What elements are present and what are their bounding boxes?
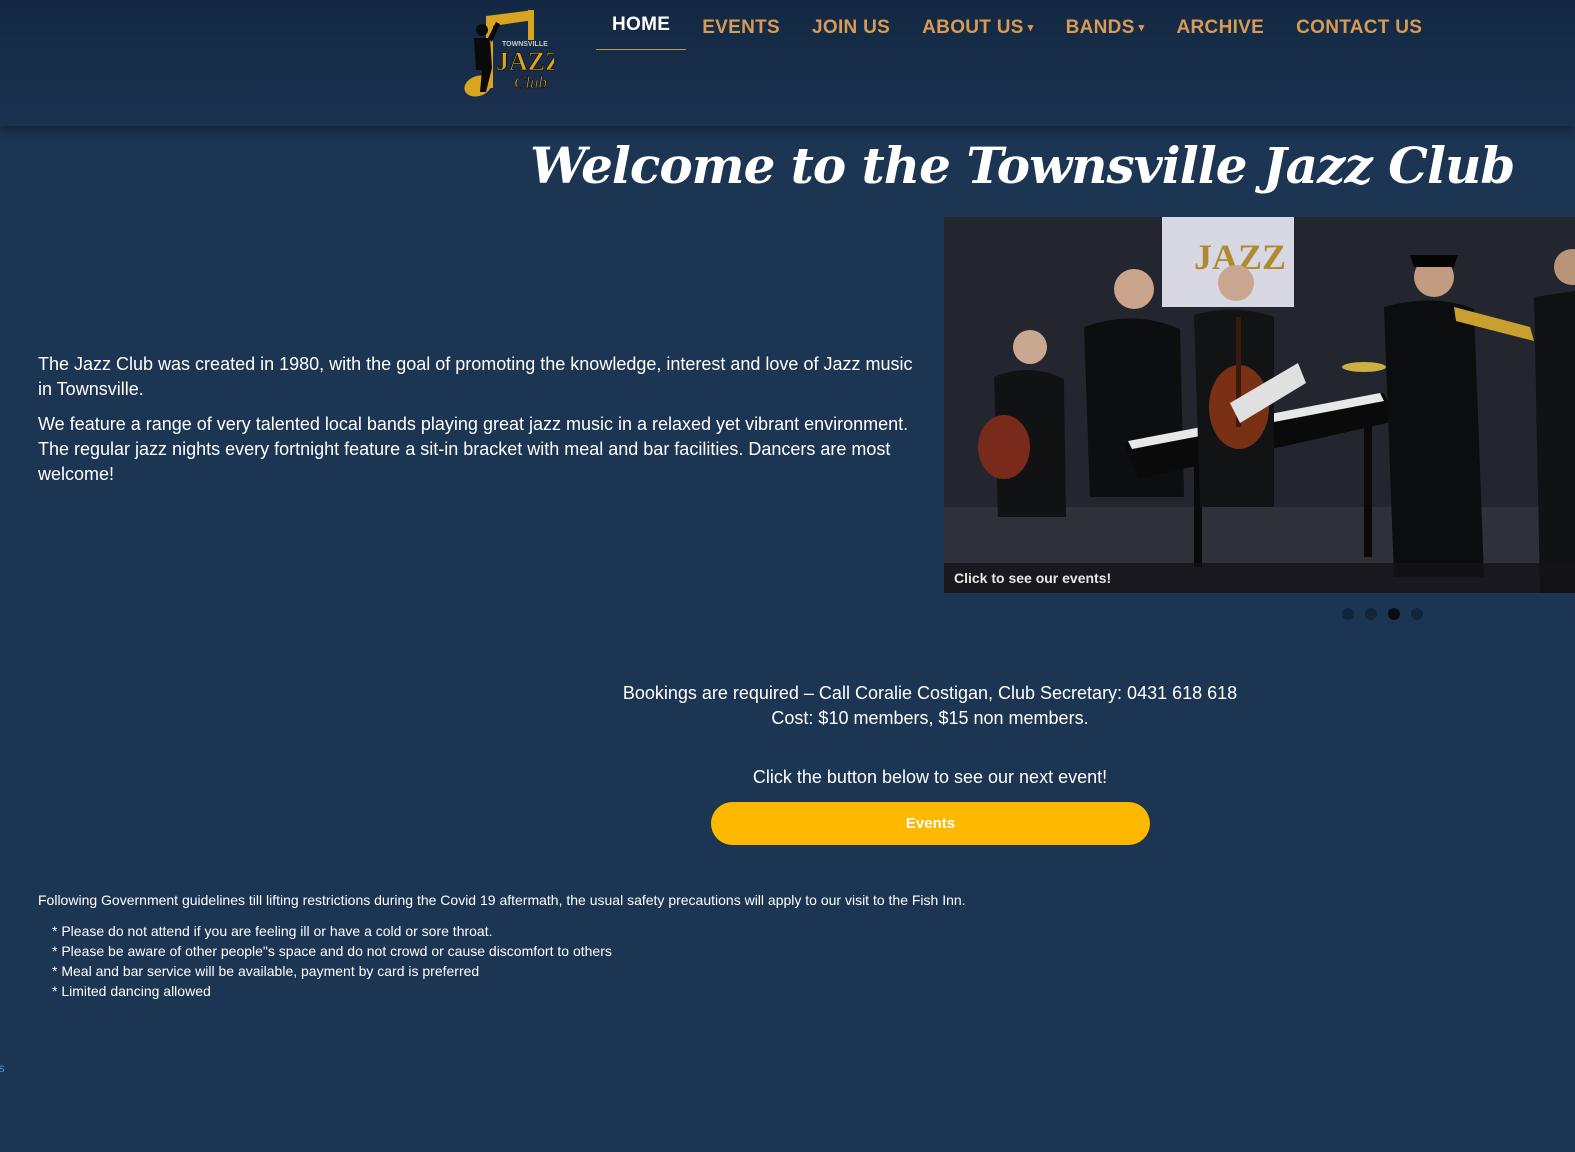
nav-home[interactable]: HOME — [596, 0, 687, 50]
covid-intro: Following Government guidelines till lif… — [38, 892, 966, 908]
chevron-down-icon: ▾ — [1027, 22, 1034, 34]
intro-paragraph-2: We feature a range of very talented loca… — [38, 414, 909, 484]
jazz-club-logo[interactable]: TOWNSVILLE JAZZ Club — [462, 8, 563, 100]
edge-link-text: us — [0, 1061, 5, 1075]
nav-home-label: HOME — [612, 14, 671, 35]
nav-events-label: EVENTS — [702, 17, 781, 38]
nav-archive-label: ARCHIVE — [1176, 17, 1265, 38]
page-title: Welcome to the Townsville Jazz Club — [530, 136, 1515, 195]
edge-link[interactable]: us — [0, 1061, 12, 1075]
nav-archive[interactable]: ARCHIVE — [1161, 0, 1281, 50]
bookings-info: Bookings are required – Call Coralie Cos… — [530, 681, 1330, 731]
band-photo: JAZZ — [944, 217, 1575, 593]
slider-dot-3[interactable] — [1388, 608, 1400, 620]
cost-line: Cost: $10 members, $15 non members. — [771, 708, 1089, 728]
cta-text: Click the button below to see our next e… — [752, 767, 1108, 787]
intro-section: The Jazz Club was created in 1980, with … — [38, 352, 918, 497]
chevron-down-icon: ▾ — [1138, 22, 1145, 34]
nav-about-us-label: ABOUT US — [922, 17, 1024, 38]
nav-contact-us-label: CONTACT US — [1296, 17, 1423, 38]
bookings-line: Bookings are required – Call Coralie Cos… — [622, 683, 1238, 703]
slider-caption-bar: Click to see our events! — [944, 563, 1575, 593]
nav-join-us-label: JOIN US — [812, 17, 891, 38]
slider-dots — [1342, 608, 1423, 620]
main-nav: HOME EVENTS JOIN US ABOUT US ▾ BANDS ▾ ARC… — [596, 0, 1438, 52]
nav-bands[interactable]: BANDS ▾ — [1050, 0, 1161, 50]
site-header: TOWNSVILLE JAZZ Club HOME EVENTS JOIN US… — [0, 0, 1575, 126]
intro-paragraph-1: The Jazz Club was created in 1980, with … — [38, 354, 913, 399]
image-slider[interactable]: JAZZ Click to see our events! — [944, 217, 1575, 593]
slider-dot-1[interactable] — [1342, 608, 1354, 620]
nav-events[interactable]: EVENTS — [686, 0, 796, 50]
svg-text:JAZZ: JAZZ — [496, 47, 554, 76]
list-item: * Meal and bar service will be available… — [52, 963, 480, 979]
covid-list: * Please do not attend if you are feelin… — [38, 921, 1138, 1001]
slider-dot-4[interactable] — [1411, 608, 1423, 620]
slider-dot-2[interactable] — [1365, 608, 1377, 620]
list-item: * Please be aware of other people"s spac… — [52, 943, 612, 959]
events-button[interactable]: Events — [711, 802, 1150, 845]
nav-contact-us[interactable]: CONTACT US — [1280, 0, 1438, 50]
logo-icon: TOWNSVILLE JAZZ Club — [464, 10, 563, 97]
covid-notice: Following Government guidelines till lif… — [38, 892, 1138, 1001]
nav-about-us[interactable]: ABOUT US ▾ — [906, 0, 1049, 50]
nav-bands-label: BANDS — [1065, 17, 1135, 38]
slider-caption[interactable]: Click to see our events! — [954, 570, 1111, 586]
nav-join-us[interactable]: JOIN US — [796, 0, 906, 50]
list-item: * Please do not attend if you are feelin… — [52, 923, 493, 939]
svg-text:Club: Club — [514, 73, 547, 92]
list-item: * Limited dancing allowed — [52, 983, 211, 999]
